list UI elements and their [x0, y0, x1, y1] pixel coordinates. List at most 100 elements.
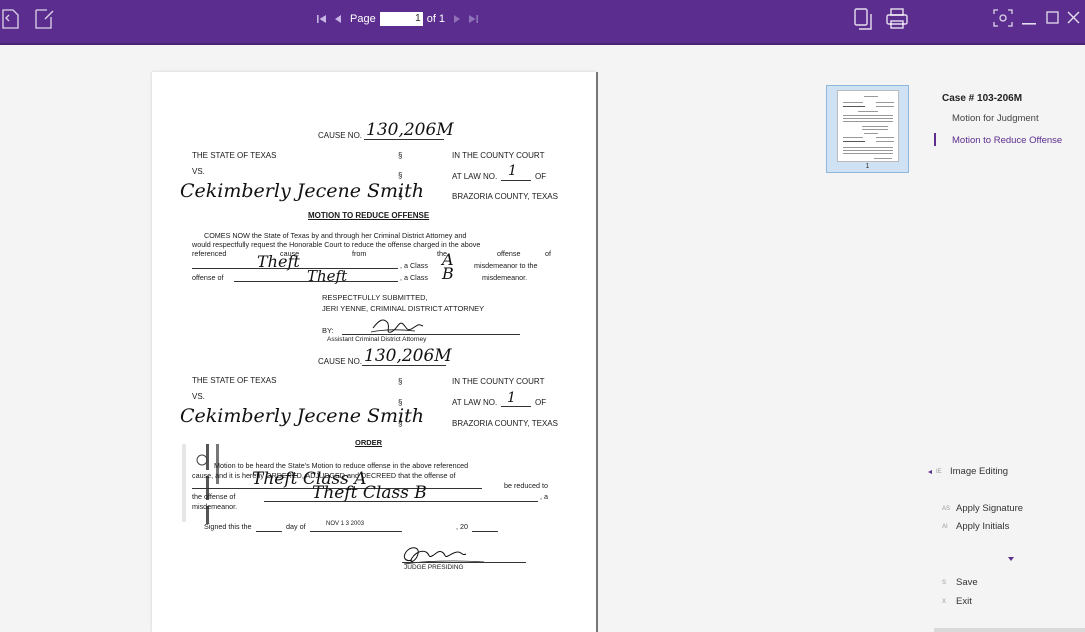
class-label: , a Class	[400, 273, 428, 282]
order-paragraph-tail: be reduced to	[504, 481, 548, 490]
apply-signature-icon: AS	[942, 505, 951, 512]
underline	[362, 365, 446, 366]
underline	[472, 531, 498, 532]
next-page-icon[interactable]	[449, 11, 465, 27]
order-paragraph-line: misdemeanor.	[192, 502, 238, 511]
signature-line	[342, 334, 520, 335]
active-indicator	[934, 133, 936, 146]
cause-no-handwriting: 130,206M	[364, 346, 452, 366]
cause-no-handwriting: 130,206M	[366, 120, 454, 140]
document-page: CAUSE NO. 130,206M THE STATE OF TEXAS § …	[152, 72, 596, 632]
underline	[264, 501, 538, 502]
apply-signature-label: Apply Signature	[956, 503, 1024, 514]
signed-year-label: , 20	[456, 522, 468, 531]
underline	[501, 406, 531, 407]
open-document-icon[interactable]	[0, 6, 24, 30]
exit-button[interactable]: X Exit	[942, 596, 972, 607]
at-law-label: AT LAW NO.	[452, 172, 498, 181]
section-mark: §	[398, 171, 403, 180]
fit-screen-icon[interactable]	[992, 8, 1014, 32]
copy-pages-icon[interactable]	[851, 7, 875, 31]
motion-title: MOTION TO REDUCE OFFENSE	[308, 211, 430, 220]
section-mark: §	[398, 192, 403, 201]
panel-scroll-strip	[934, 628, 1085, 632]
underline	[234, 281, 398, 282]
close-icon[interactable]	[1066, 8, 1082, 32]
outline-item-motion-for-judgment[interactable]: Motion for Judgment	[952, 113, 1039, 124]
page-navigator: Page 1 of 1	[314, 9, 481, 29]
save-icon: S	[942, 579, 947, 586]
vs-label: VS.	[192, 392, 205, 401]
cause-no-label: CAUSE NO.	[318, 357, 363, 366]
print-icon[interactable]	[885, 7, 909, 31]
state-label: THE STATE OF TEXAS	[192, 151, 277, 160]
underline	[256, 531, 282, 532]
class-label: , a Class	[400, 261, 428, 270]
signed-label: Signed this the	[204, 522, 252, 531]
cause-no-label: CAUSE NO.	[318, 131, 363, 140]
at-law-number-handwriting: 1	[508, 163, 517, 179]
top-toolbar: Page 1 of 1	[0, 0, 1085, 45]
court-label: IN THE COUNTY COURT	[452, 151, 545, 160]
county-label: BRAZORIA COUNTY, TEXAS	[452, 419, 558, 428]
section-mark: §	[398, 377, 403, 386]
of-label: OF	[535, 172, 547, 181]
section-mark: §	[398, 151, 403, 160]
class-letter-handwriting: B	[442, 264, 454, 283]
order-paragraph-head: the offense of	[192, 492, 236, 501]
day-of-label: day of	[286, 522, 306, 531]
of-label: OF	[535, 398, 547, 407]
respectfully-submitted: RESPECTFULLY SUBMITTED,	[322, 293, 428, 302]
underline	[364, 139, 444, 140]
motion-paragraph-word: offense	[497, 249, 521, 258]
image-editing-label: Image Editing	[950, 466, 1009, 477]
at-law-number-handwriting: 1	[507, 390, 516, 406]
maximize-icon[interactable]	[1045, 8, 1061, 32]
image-editing-button[interactable]: IE Image Editing	[928, 466, 1008, 477]
signed-date-stamp: NOV 1 3 2003	[326, 521, 365, 527]
minimize-icon[interactable]	[1020, 8, 1038, 32]
page-number-input[interactable]: 1	[379, 12, 423, 26]
first-page-icon[interactable]	[314, 11, 330, 27]
expand-down-icon[interactable]	[1008, 557, 1014, 561]
edit-document-icon[interactable]	[33, 6, 57, 30]
save-label: Save	[956, 577, 978, 588]
apply-signature-button[interactable]: AS Apply Signature	[942, 503, 1023, 514]
page-label: Page	[350, 13, 376, 25]
judge-presiding-label: JUDGE PRESIDING	[404, 564, 464, 571]
save-button[interactable]: S Save	[942, 577, 978, 588]
motion-paragraph-word: from	[352, 249, 367, 258]
page-thumbnail[interactable]: 1	[826, 85, 909, 173]
state-label: THE STATE OF TEXAS	[192, 376, 277, 385]
section-mark: §	[398, 419, 403, 428]
underline	[501, 180, 531, 181]
underline	[310, 531, 402, 532]
collapse-left-icon	[928, 469, 932, 474]
offense-of-label: offense of	[192, 273, 224, 282]
page-count-label: of 1	[426, 13, 446, 25]
thumbnail-preview	[837, 90, 899, 162]
apply-initials-button[interactable]: AI Apply Initials	[942, 521, 1009, 532]
misdemeanor-label: misdemeanor.	[482, 273, 528, 282]
vs-label: VS.	[192, 167, 205, 176]
by-label: BY:	[322, 326, 334, 335]
order-title: ORDER	[355, 438, 383, 447]
signature-line	[402, 562, 526, 563]
assistant-da-label: Assistant Criminal District Attorney	[327, 336, 427, 343]
thumbnail-page-number: 1	[865, 163, 870, 170]
apply-initials-label: Apply Initials	[956, 521, 1010, 532]
previous-page-icon[interactable]	[330, 11, 346, 27]
district-attorney-name: JERI YENNE, CRIMINAL DISTRICT ATTORNEY	[322, 304, 485, 313]
defendant-name-handwriting: Cekimberly Jecene Smith	[180, 180, 424, 202]
at-law-label: AT LAW NO.	[452, 398, 498, 407]
last-page-icon[interactable]	[465, 11, 481, 27]
image-editing-icon: IE	[936, 468, 942, 475]
defendant-name-handwriting: Cekimberly Jecene Smith	[180, 405, 424, 427]
court-label: IN THE COUNTY COURT	[452, 377, 545, 386]
case-title: Case # 103-206M	[942, 93, 1023, 104]
motion-paragraph-word: referenced	[192, 249, 227, 258]
misdemeanor-label: misdemeanor to the	[474, 261, 538, 270]
apply-initials-icon: AI	[942, 523, 948, 530]
outline-item-motion-to-reduce-offense[interactable]: Motion to Reduce Offense	[952, 135, 1062, 146]
county-label: BRAZORIA COUNTY, TEXAS	[452, 192, 558, 201]
